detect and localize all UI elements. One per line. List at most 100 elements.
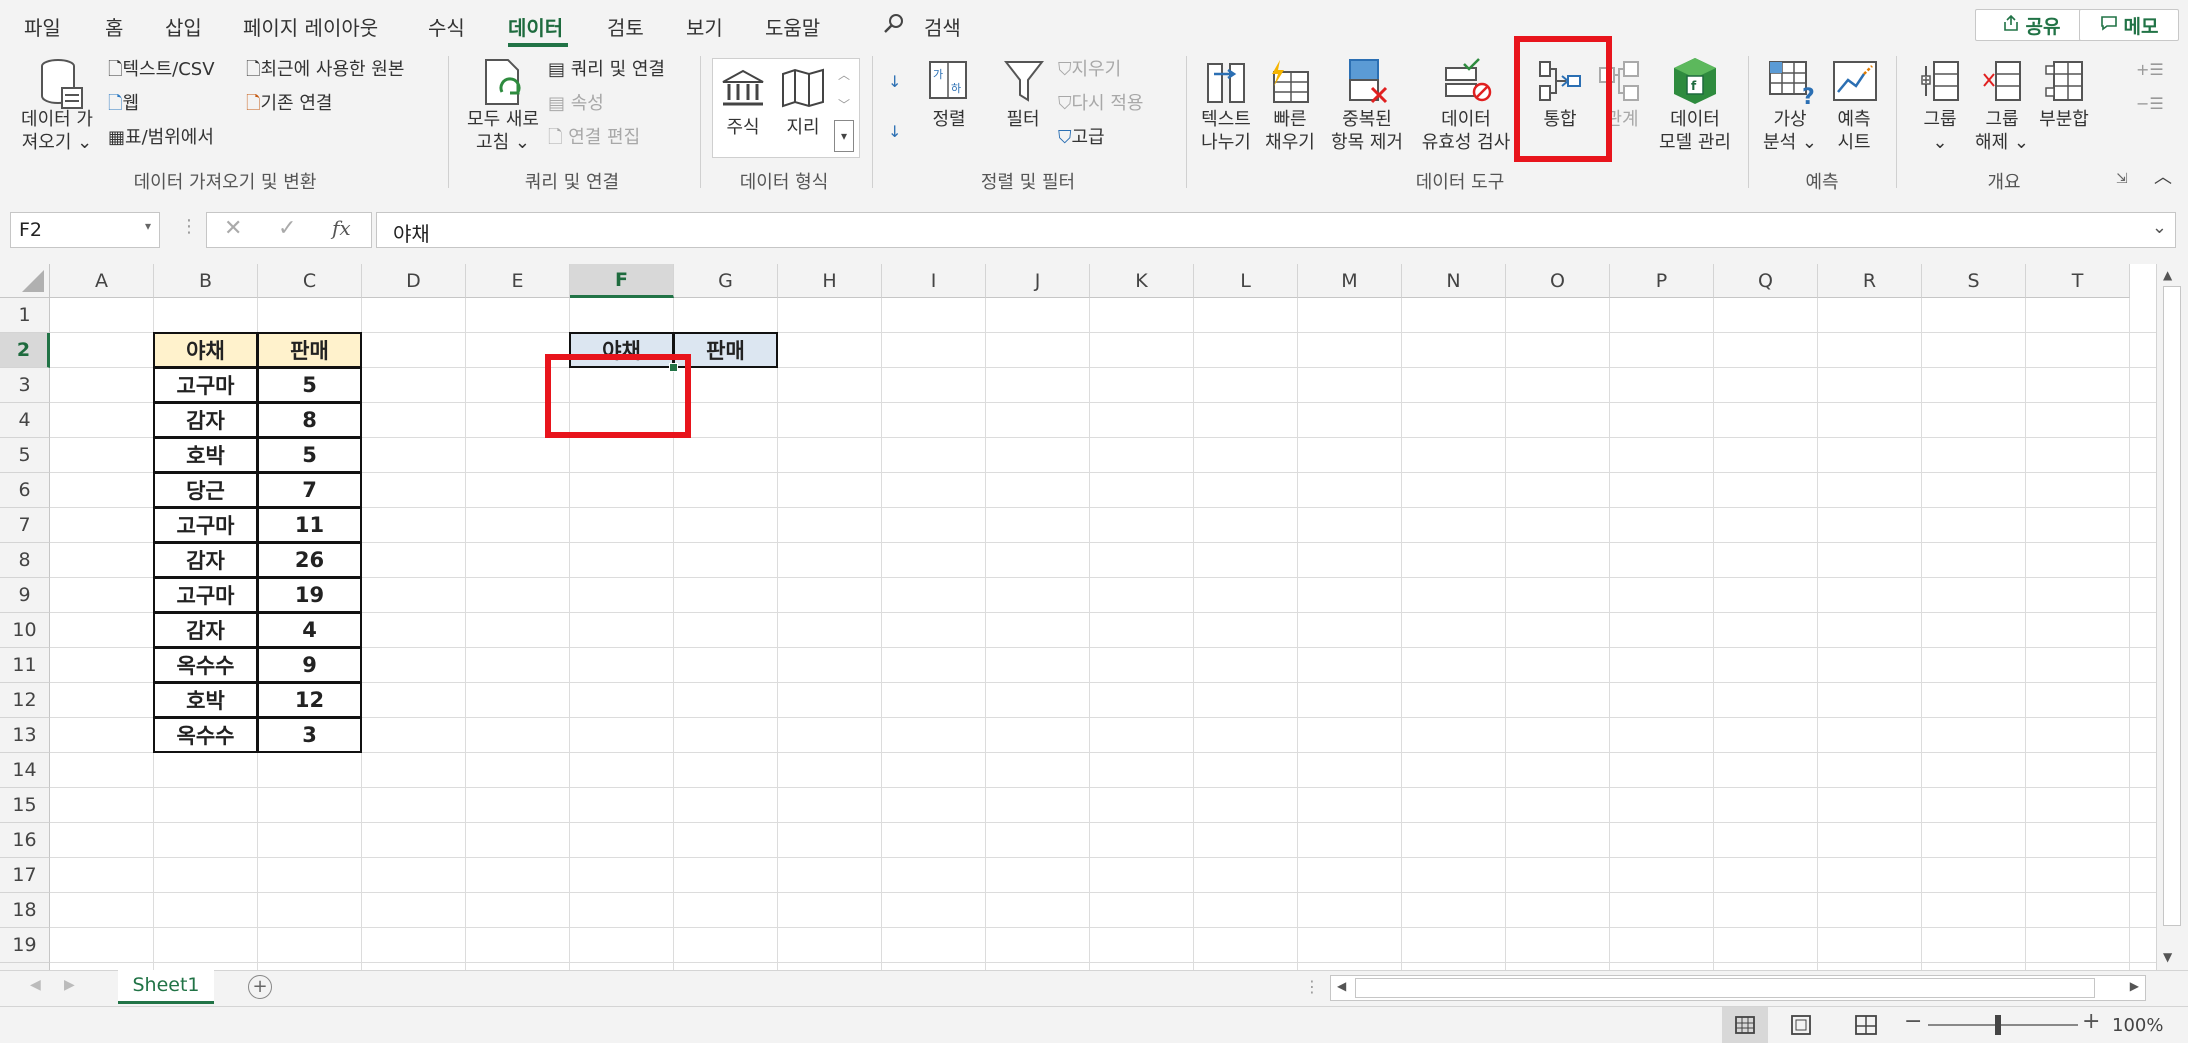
column-header[interactable]: O — [1506, 264, 1610, 298]
table-cell[interactable]: 8 — [257, 402, 362, 438]
data-validation-button[interactable]: 데이터 유효성 검사 — [1410, 108, 1522, 154]
row-header[interactable]: 19 — [0, 928, 50, 963]
table-cell[interactable]: 12 — [257, 682, 362, 718]
show-detail-icon[interactable]: +☰ — [2136, 58, 2164, 81]
row-header[interactable]: 10 — [0, 613, 50, 648]
search-box[interactable]: 검색 — [924, 12, 961, 41]
column-header[interactable]: T — [2026, 264, 2130, 298]
row-header[interactable]: 4 — [0, 403, 50, 438]
edit-links-button[interactable]: 🗋 연결 편집 — [548, 126, 640, 149]
spreadsheet-grid[interactable]: ABCDEFGHIJKLMNOPQRST 1 2 3 4 5 6 7 8 9 10 11 12 13 14… — [0, 264, 2188, 998]
table-header-cell[interactable]: 야채 — [153, 332, 258, 368]
chevron-down-icon[interactable]: ▾ — [145, 219, 151, 233]
row-header[interactable]: 11 — [0, 648, 50, 683]
column-header[interactable]: G — [674, 264, 778, 298]
cancel-icon[interactable]: ✕ — [224, 216, 242, 241]
column-header[interactable]: L — [1194, 264, 1298, 298]
table-cell[interactable]: 당근 — [153, 472, 258, 508]
page-layout-view-icon[interactable] — [1790, 1015, 1812, 1039]
refresh-all-button[interactable]: 모두 새로 고침 ⌄ — [460, 108, 546, 154]
row-header[interactable]: 13 — [0, 718, 50, 753]
row-header[interactable]: 18 — [0, 893, 50, 928]
tab-view[interactable]: 보기 — [686, 12, 723, 41]
filter-button[interactable]: 필터 — [996, 108, 1050, 131]
column-header[interactable]: I — [882, 264, 986, 298]
column-header[interactable]: C — [258, 264, 362, 298]
hide-detail-icon[interactable]: −☰ — [2136, 92, 2164, 115]
recent-sources-button[interactable]: 🗋최근에 사용한 원본 — [246, 58, 404, 81]
scroll-down-icon[interactable]: ▼ — [2163, 950, 2172, 964]
forecast-sheet-button[interactable]: 예측 시트 — [1822, 108, 1886, 154]
scroll-left-icon[interactable]: ◀ — [1337, 979, 1346, 993]
row-header[interactable]: 14 — [0, 753, 50, 788]
horizontal-scrollbar[interactable]: ◀ ▶ — [1330, 975, 2146, 1001]
table-cell[interactable]: 감자 — [153, 402, 258, 438]
tab-review[interactable]: 검토 — [607, 12, 644, 41]
tab-home[interactable]: 홈 — [105, 12, 123, 41]
column-header[interactable]: K — [1090, 264, 1194, 298]
table-cell[interactable]: 옥수수 — [153, 647, 258, 683]
clear-button[interactable]: ⛉지우기 — [1058, 58, 1121, 81]
sort-button[interactable]: 정렬 — [922, 108, 976, 131]
group-button[interactable]: 그룹 ⌄ — [1908, 108, 1972, 154]
table-cell[interactable]: 5 — [257, 367, 362, 403]
table-cell[interactable]: 5 — [257, 437, 362, 473]
queries-connections-button[interactable]: ▤ 쿼리 및 연결 — [548, 58, 665, 81]
ungroup-button[interactable]: 그룹 해제 ⌄ — [1970, 108, 2034, 154]
subtotal-button[interactable]: 부분합 — [2030, 108, 2098, 131]
column-header[interactable]: H — [778, 264, 882, 298]
column-header[interactable]: P — [1610, 264, 1714, 298]
tab-insert[interactable]: 삽입 — [165, 12, 202, 41]
table-header-cell[interactable]: 판매 — [257, 332, 362, 368]
chevron-down-icon[interactable]: ﹀ — [834, 90, 854, 120]
memo-button[interactable]: 메모 — [2079, 9, 2179, 41]
row-header[interactable]: 1 — [0, 298, 50, 333]
table-cell[interactable]: 고구마 — [153, 367, 258, 403]
share-button[interactable]: 공유 — [1975, 9, 2087, 41]
sheet-tab-sheet1[interactable]: Sheet1 — [118, 970, 214, 1004]
geography-button[interactable]: 지리 — [776, 116, 830, 139]
column-header[interactable]: E — [466, 264, 570, 298]
chevron-up-icon[interactable]: ︿ — [834, 60, 854, 90]
advanced-button[interactable]: ⛉고급 — [1058, 126, 1105, 149]
normal-view-button[interactable] — [1722, 1007, 1768, 1043]
scroll-up-icon[interactable]: ▲ — [2163, 268, 2172, 282]
table-cell[interactable]: 3 — [257, 717, 362, 753]
next-sheet-icon[interactable]: ▶ — [64, 977, 75, 993]
row-header[interactable]: 2 — [0, 333, 50, 368]
scroll-right-icon[interactable]: ▶ — [2130, 979, 2139, 993]
gallery-scroll[interactable]: ︿ ﹀ ▾ — [834, 60, 854, 154]
zoom-slider-track[interactable] — [1928, 1024, 2078, 1026]
table-cell[interactable]: 4 — [257, 612, 362, 648]
row-header[interactable]: 16 — [0, 823, 50, 858]
table-cell[interactable]: 호박 — [153, 682, 258, 718]
table-cell[interactable]: 감자 — [153, 612, 258, 648]
expand-icon[interactable]: ⌄ — [2152, 217, 2167, 238]
column-header[interactable]: D — [362, 264, 466, 298]
vertical-scroll-thumb[interactable] — [2163, 286, 2181, 926]
table-cell[interactable]: 7 — [257, 472, 362, 508]
row-header[interactable]: 6 — [0, 473, 50, 508]
table-cell[interactable]: 호박 — [153, 437, 258, 473]
search-icon[interactable] — [882, 12, 906, 40]
text-csv-button[interactable]: 🗋텍스트/CSV — [108, 58, 215, 81]
remove-duplicates-button[interactable]: 중복된 항목 제거 — [1326, 108, 1408, 154]
row-header[interactable]: 12 — [0, 683, 50, 718]
formula-input[interactable]: 야채 ⌄ — [376, 212, 2176, 248]
column-header[interactable]: Q — [1714, 264, 1818, 298]
tab-data[interactable]: 데이터 — [508, 12, 563, 41]
table-cell[interactable]: 감자 — [153, 542, 258, 578]
tab-file[interactable]: 파일 — [24, 12, 61, 41]
properties-button[interactable]: ▤ 속성 — [548, 92, 604, 115]
table-cell[interactable]: 11 — [257, 507, 362, 543]
column-header[interactable]: F — [570, 264, 674, 298]
zoom-slider-handle[interactable] — [1995, 1015, 2001, 1035]
zoom-out-icon[interactable]: − — [1904, 1009, 1922, 1034]
sort-asc-button[interactable]: ↓ — [888, 70, 901, 93]
zoom-level[interactable]: 100% — [2112, 1015, 2163, 1036]
text-to-columns-button[interactable]: 텍스트 나누기 — [1194, 108, 1258, 154]
name-box[interactable]: F2 ▾ — [10, 212, 160, 248]
from-table-button[interactable]: ▦표/범위에서 — [108, 126, 214, 149]
row-header[interactable]: 3 — [0, 368, 50, 403]
column-header[interactable]: B — [154, 264, 258, 298]
